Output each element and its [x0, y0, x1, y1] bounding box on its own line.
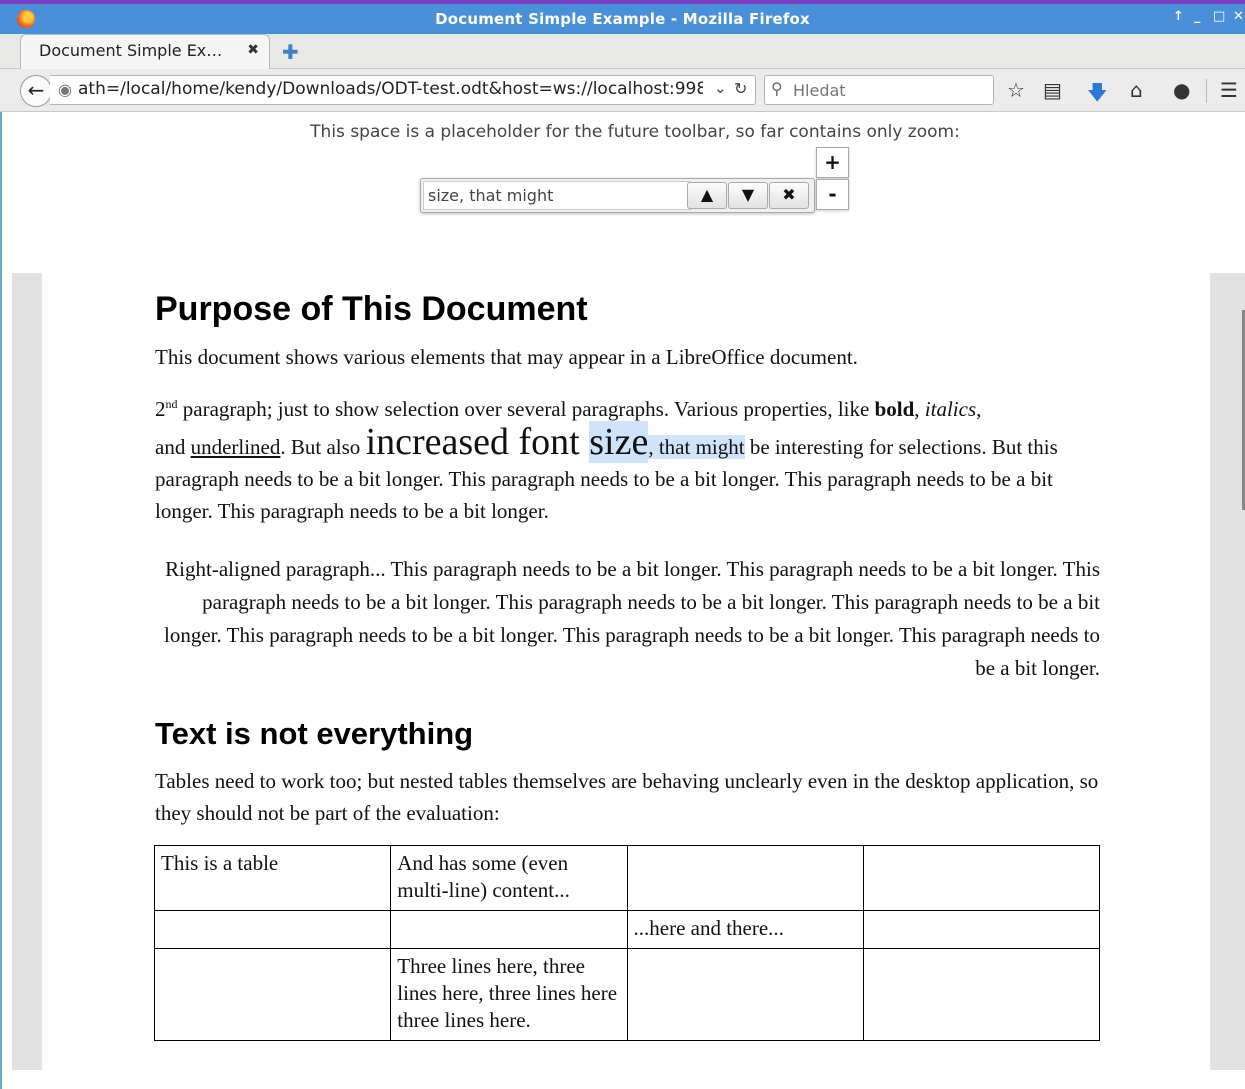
p2-comma: ,: [914, 397, 925, 421]
url-text[interactable]: ath=/local/home/kendy/Downloads/ODT-test…: [78, 79, 703, 99]
table-row: ...here and there...: [153, 910, 1101, 949]
search-icon: ⚲: [771, 79, 783, 98]
toolbar-separator: [1206, 79, 1207, 103]
window-maximize-icon[interactable]: □: [1213, 9, 1225, 24]
p2-bold: bold: [874, 397, 915, 421]
home-icon[interactable]: ⌂: [1130, 78, 1143, 102]
tab-strip: Document Simple Ex… ✖ ✚: [0, 34, 1245, 69]
table-row: This is a table And has some (even multi…: [153, 845, 1101, 911]
zoom-in-button[interactable]: +: [816, 147, 849, 178]
table-cell: ...here and there...: [626, 910, 864, 949]
menu-icon[interactable]: ☰: [1220, 78, 1238, 102]
p2-ordinal: 2: [155, 397, 166, 421]
selected-size-text: size: [589, 421, 649, 463]
window-minimize-icon[interactable]: _: [1194, 9, 1201, 24]
window-title: Document Simple Example - Mozilla Firefo…: [435, 10, 810, 28]
find-close-button[interactable]: ✖: [769, 182, 809, 209]
table-cell: [862, 948, 1101, 1041]
table-cell: And has some (even multi-line) content..…: [390, 845, 628, 911]
paragraph-tables: Tables need to work too; but nested tabl…: [155, 769, 1099, 825]
p2-text-2: ,: [976, 397, 982, 421]
table-cell: [862, 845, 1101, 911]
navigation-bar: ← ◉ ath=/local/home/kendy/Downloads/ODT-…: [0, 69, 1245, 112]
p2-underlined: underlined: [190, 435, 281, 459]
search-input[interactable]: [791, 79, 990, 101]
document-table: This is a table And has some (even multi…: [153, 845, 1101, 1041]
find-previous-button[interactable]: ▲: [687, 182, 727, 209]
table-cell: [390, 910, 628, 949]
dropdown-chevron-icon[interactable]: ⌄: [714, 79, 727, 97]
reload-icon[interactable]: ↻: [734, 79, 747, 98]
tab-title: Document Simple Ex…: [39, 41, 223, 60]
p2-superscript: nd: [165, 397, 178, 411]
search-bar[interactable]: ⚲: [764, 75, 994, 105]
table-cell: [862, 910, 1101, 949]
table-cell: [626, 948, 864, 1041]
p2-text-1: paragraph; just to show selection over s…: [177, 397, 875, 421]
find-input[interactable]: [423, 181, 691, 210]
globe-icon: ◉: [58, 80, 72, 99]
table-cell: [153, 910, 392, 949]
chat-icon[interactable]: ●: [1173, 78, 1190, 102]
bookmark-star-icon[interactable]: ☆: [1007, 78, 1025, 102]
download-icon[interactable]: 🡇: [1087, 78, 1108, 112]
heading-purpose: Purpose of This Document: [155, 290, 588, 328]
p2-text-3: . But also: [280, 435, 366, 459]
paragraph-1: This document shows various elements tha…: [155, 345, 858, 369]
window-pin-icon[interactable]: ↑: [1173, 9, 1184, 24]
new-tab-icon[interactable]: ✚: [282, 40, 299, 64]
table-cell: [626, 845, 864, 911]
p2-and: and: [155, 435, 191, 459]
back-arrow-icon[interactable]: ←: [20, 75, 52, 107]
window-close-icon[interactable]: ✕: [1233, 9, 1244, 24]
paragraph-right-aligned: Right-aligned paragraph... This paragrap…: [164, 557, 1100, 680]
table-cell: Three lines here, three lines here, thre…: [390, 948, 628, 1041]
selected-small-text: , that might: [648, 435, 745, 459]
p2-italics: italics: [924, 397, 977, 421]
table-row: Three lines here, three lines here, thre…: [153, 948, 1101, 1041]
reading-list-icon[interactable]: ▤: [1043, 78, 1062, 102]
paragraph-2: 2nd paragraph; just to show selection ov…: [155, 388, 1100, 425]
p2-increased-font: increased font: [365, 421, 590, 463]
zoom-out-button[interactable]: -: [816, 179, 849, 210]
find-panel: ▲ ▼ ✖: [420, 178, 815, 213]
window-titlebar[interactable]: Document Simple Example - Mozilla Firefo…: [0, 4, 1245, 34]
table-cell: This is a table: [153, 845, 392, 911]
toolbar-placeholder-text: This space is a placeholder for the futu…: [310, 122, 960, 142]
paragraph-2-continued: and underlined. But also increased font …: [155, 421, 1100, 527]
table-cell: [153, 948, 392, 1041]
find-next-button[interactable]: ▼: [728, 182, 768, 209]
heading-text-not-everything: Text is not everything: [155, 716, 474, 751]
tab-close-icon[interactable]: ✖: [247, 42, 259, 58]
tab-document-simple-example[interactable]: Document Simple Ex… ✖: [20, 34, 270, 69]
url-bar[interactable]: ◉ ath=/local/home/kendy/Downloads/ODT-te…: [50, 75, 756, 105]
